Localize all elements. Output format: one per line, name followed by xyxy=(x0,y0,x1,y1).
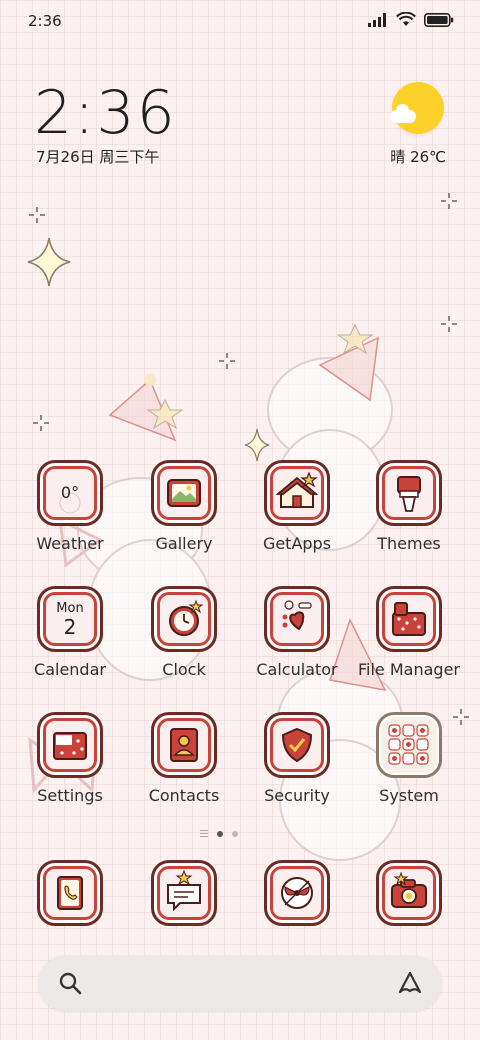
page-list-icon xyxy=(200,830,208,837)
camera-icon xyxy=(376,860,442,926)
dock-messages[interactable] xyxy=(128,860,240,926)
calendar-icon: Mon 2 xyxy=(37,586,103,652)
app-label: Calculator xyxy=(256,660,338,679)
phone-icon xyxy=(37,860,103,926)
weather-widget[interactable]: 晴 26℃ xyxy=(386,82,446,166)
app-themes[interactable]: Themes xyxy=(353,460,465,553)
calculator-icon xyxy=(264,586,330,652)
weather-temp-overlay: 0° xyxy=(60,483,80,502)
app-calculator[interactable]: Calculator xyxy=(241,586,353,679)
app-label: GetApps xyxy=(262,534,332,553)
app-gallery[interactable]: Gallery xyxy=(128,460,240,553)
app-contacts[interactable]: Contacts xyxy=(128,712,240,805)
messages-icon xyxy=(151,860,217,926)
app-label: File Manager xyxy=(358,660,460,679)
themes-icon xyxy=(376,460,442,526)
browser-icon xyxy=(264,860,330,926)
app-calendar[interactable]: Mon 2 Calendar xyxy=(14,586,126,679)
security-icon xyxy=(264,712,330,778)
weather-widget-text: 晴 26℃ xyxy=(390,148,446,166)
signal-icon xyxy=(368,12,386,27)
getapps-icon xyxy=(264,460,330,526)
calendar-day: Mon xyxy=(56,601,84,616)
battery-icon xyxy=(424,12,454,27)
app-weather[interactable]: 0° Weather xyxy=(14,460,126,553)
status-time: 2:36 xyxy=(28,12,62,30)
dock-phone[interactable] xyxy=(14,860,126,926)
gallery-icon xyxy=(151,460,217,526)
page-dot xyxy=(232,830,238,837)
app-label: Contacts xyxy=(148,786,220,805)
system-folder-icon xyxy=(376,712,442,778)
file-manager-icon xyxy=(376,586,442,652)
page-dot-active xyxy=(217,830,223,837)
app-getapps[interactable]: GetApps xyxy=(241,460,353,553)
app-label: Security xyxy=(264,786,330,805)
search-icon[interactable] xyxy=(58,971,82,995)
app-clock[interactable]: Clock xyxy=(128,586,240,679)
app-settings[interactable]: Settings xyxy=(14,712,126,805)
dock-camera[interactable] xyxy=(353,860,465,926)
wifi-icon xyxy=(396,12,416,26)
app-system-folder[interactable]: System xyxy=(353,712,465,805)
app-label: Gallery xyxy=(155,534,213,553)
weather-icon: 0° xyxy=(37,460,103,526)
status-bar: 2:36 xyxy=(0,0,480,42)
app-label: System xyxy=(379,786,439,805)
app-security[interactable]: Security xyxy=(241,712,353,805)
app-file-manager[interactable]: File Manager xyxy=(353,586,465,679)
page-indicator[interactable] xyxy=(200,830,238,837)
twinkle-icon xyxy=(441,193,457,209)
search-bar[interactable] xyxy=(38,955,442,1011)
status-icons xyxy=(368,12,454,27)
calendar-date: 2 xyxy=(63,615,77,639)
assistant-icon[interactable] xyxy=(396,969,424,997)
clock-widget-date[interactable]: 7月26日 周三下午 xyxy=(36,146,159,167)
clock-widget-time[interactable]: 2:36 xyxy=(34,78,177,148)
clock-icon xyxy=(151,586,217,652)
contacts-icon xyxy=(151,712,217,778)
sparkle-icon xyxy=(27,237,71,287)
app-label: Weather xyxy=(36,534,104,553)
settings-icon xyxy=(37,712,103,778)
app-label: Calendar xyxy=(34,660,106,679)
twinkle-icon xyxy=(29,207,45,223)
app-label: Settings xyxy=(37,786,103,805)
sun-cloud-icon xyxy=(390,82,444,134)
app-label: Themes xyxy=(377,534,441,553)
dock-browser[interactable] xyxy=(241,860,353,926)
app-label: Clock xyxy=(162,660,206,679)
